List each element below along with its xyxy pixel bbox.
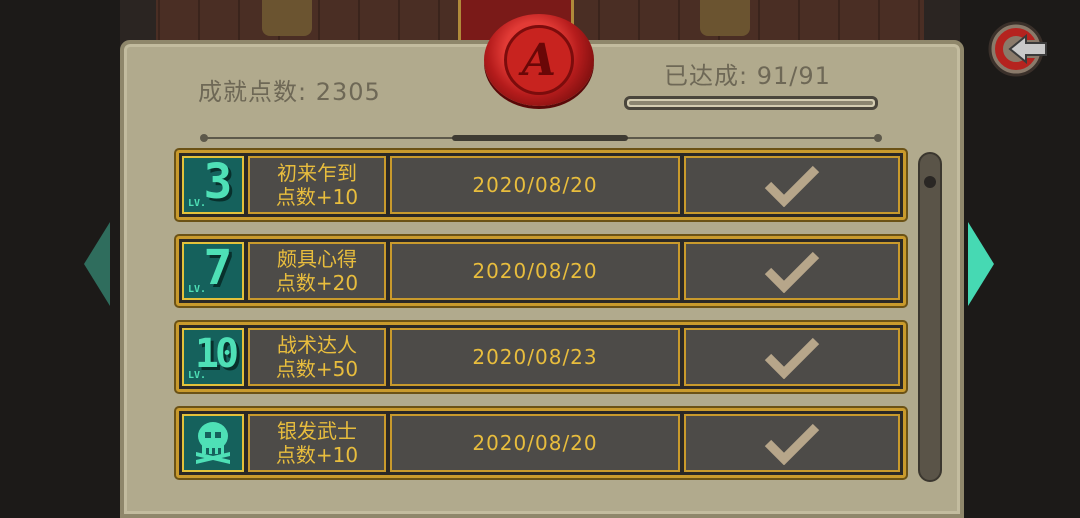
achievement-date: 2020/08/23: [390, 328, 680, 386]
achievement-row[interactable]: 7 LV. 颇具心得 点数+20 2020/08/20: [176, 236, 906, 306]
badge-level-prefix: LV.: [188, 198, 207, 209]
completion-cell: [684, 156, 900, 214]
back-arrow-icon: [988, 21, 1047, 77]
progress-fill: [629, 101, 873, 105]
achievement-progress-bar: [624, 96, 878, 110]
chevron-left-icon[interactable]: [84, 222, 110, 306]
achievement-name: 颇具心得: [277, 247, 357, 271]
level-badge-icon: 7 LV.: [182, 242, 244, 300]
level-badge-icon: 3 LV.: [182, 156, 244, 214]
achievement-points: 成就点数: 2305: [198, 78, 381, 106]
lamp-icon: [700, 0, 750, 36]
achievement-list: 3 LV. 初来乍到 点数+10 2020/08/20 7 LV. 颇具心得 点…: [176, 150, 906, 494]
checkmark-icon: [764, 423, 820, 465]
achievement-row[interactable]: 3 LV. 初来乍到 点数+10 2020/08/20: [176, 150, 906, 220]
achievement-title-cell: 战术达人 点数+50: [248, 328, 386, 386]
achievement-name: 银发武士: [277, 419, 357, 443]
achievement-title-cell: 颇具心得 点数+20: [248, 242, 386, 300]
badge-level-number: 7: [203, 240, 233, 296]
achievement-title-cell: 银发武士 点数+10: [248, 414, 386, 472]
achievement-points-reward: 点数+50: [275, 357, 359, 381]
achievement-points-reward: 点数+10: [275, 185, 359, 209]
checkmark-icon: [764, 337, 820, 379]
achievement-date: 2020/08/20: [390, 414, 680, 472]
badge-level-number: 3: [203, 154, 233, 210]
achievement-name: 战术达人: [277, 333, 357, 357]
achievement-date: 2020/08/20: [390, 242, 680, 300]
page-indicator: [452, 135, 628, 141]
skull-glyph: [196, 422, 230, 464]
achievement-row[interactable]: 10 LV. 战术达人 点数+50 2020/08/23: [176, 322, 906, 392]
seal-letter: A: [504, 25, 574, 95]
level-badge-icon: 10 LV.: [182, 328, 244, 386]
checkmark-icon: [764, 165, 820, 207]
achievement-row[interactable]: 银发武士 点数+10 2020/08/20: [176, 408, 906, 478]
achievement-points-reward: 点数+10: [275, 443, 359, 467]
chevron-right-icon[interactable]: [968, 222, 994, 306]
badge-level-prefix: LV.: [188, 370, 207, 381]
badge-level-prefix: LV.: [188, 284, 207, 295]
achievement-name: 初来乍到: [277, 161, 357, 185]
skull-icon: [182, 414, 244, 472]
achievement-title-cell: 初来乍到 点数+10: [248, 156, 386, 214]
wax-seal-icon: A: [484, 14, 594, 106]
achievement-date: 2020/08/20: [390, 156, 680, 214]
badge-level-number: 10: [194, 331, 239, 377]
lamp-icon: [262, 0, 312, 36]
completion-cell: [684, 414, 900, 472]
back-button[interactable]: [986, 16, 1052, 82]
achievement-points-reward: 点数+20: [275, 271, 359, 295]
scrollbar-thumb[interactable]: [924, 176, 936, 188]
completion-cell: [684, 242, 900, 300]
list-scrollbar[interactable]: [918, 152, 942, 482]
completion-cell: [684, 328, 900, 386]
achieved-count: 已达成: 91/91: [664, 62, 831, 90]
checkmark-icon: [764, 251, 820, 293]
